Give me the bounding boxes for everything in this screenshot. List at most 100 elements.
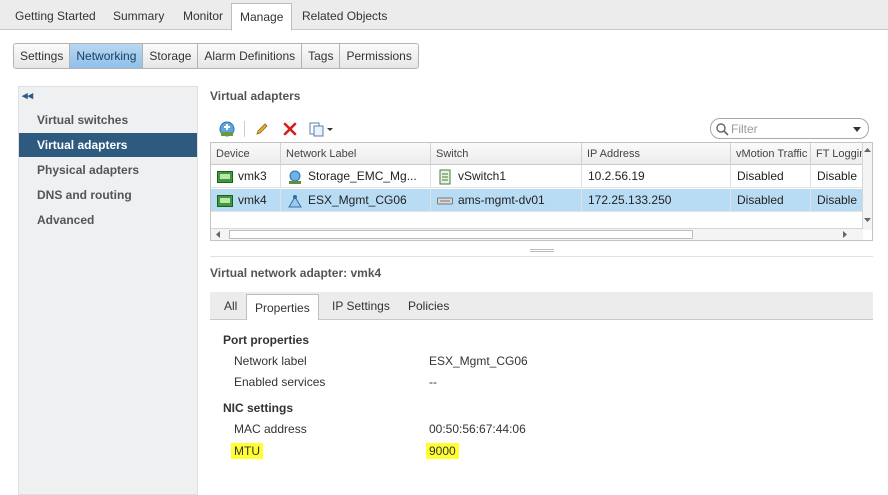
ft-text: Disable bbox=[817, 193, 858, 207]
cell-network-label: Storage_EMC_Mg... bbox=[281, 165, 431, 188]
ip-text: 172.25.133.250 bbox=[588, 193, 672, 207]
network-label-value: ESX_Mgmt_CG06 bbox=[429, 354, 528, 368]
cell-vmotion: Disabled bbox=[731, 165, 811, 188]
nic-settings-heading: NIC settings bbox=[223, 401, 294, 415]
subtab-storage[interactable]: Storage bbox=[143, 44, 199, 68]
mac-address-value: 00:50:56:67:44:06 bbox=[429, 422, 526, 436]
detail-tab-properties[interactable]: Properties bbox=[246, 294, 319, 321]
section-title: Virtual adapters bbox=[210, 89, 301, 103]
tab-getting-started[interactable]: Getting Started bbox=[7, 0, 104, 30]
add-adapter-button[interactable] bbox=[216, 118, 238, 140]
vmotion-text: Disabled bbox=[737, 169, 784, 183]
network-label-key: Network label bbox=[234, 354, 307, 368]
tab-manage[interactable]: Manage bbox=[231, 3, 293, 31]
tab-summary[interactable]: Summary bbox=[105, 0, 172, 30]
mac-address-key: MAC address bbox=[234, 422, 307, 436]
collapse-icon[interactable]: ◂◂ bbox=[22, 89, 33, 102]
enabled-services-value: -- bbox=[429, 375, 437, 389]
cell-device: vmk3 bbox=[211, 165, 281, 188]
cell-ip: 172.25.133.250 bbox=[582, 189, 731, 212]
scroll-thumb[interactable] bbox=[229, 230, 693, 239]
switch-name: ams-mgmt-dv01 bbox=[458, 193, 545, 207]
pencil-icon bbox=[256, 123, 268, 135]
detail-tab-all[interactable]: All bbox=[216, 292, 245, 320]
left-nav: ◂◂ Virtual switches Virtual adapters Phy… bbox=[18, 86, 198, 495]
detail-tab-policies[interactable]: Policies bbox=[400, 292, 457, 320]
filter-box bbox=[710, 118, 869, 139]
properties-panel: Port properties Network label ESX_Mgmt_C… bbox=[210, 320, 873, 495]
table-horizontal-scrollbar[interactable] bbox=[211, 228, 863, 240]
subtab-permissions[interactable]: Permissions bbox=[340, 44, 417, 68]
mtu-value: 9000 bbox=[426, 443, 459, 459]
cell-ft: Disable bbox=[811, 165, 863, 188]
delete-x-icon bbox=[283, 122, 297, 136]
adapter-toolbar bbox=[216, 118, 343, 140]
distributed-port-group-icon bbox=[288, 194, 302, 207]
switch-name: vSwitch1 bbox=[458, 169, 507, 183]
mtu-key: MTU bbox=[231, 443, 263, 459]
toolbar-separator bbox=[244, 121, 245, 137]
table-row-selected[interactable]: vmk4 ESX_Mgmt_CG06 ams-mgmt-dv01 172.25.… bbox=[211, 189, 863, 212]
col-vmotion-traffic[interactable]: vMotion Traffic bbox=[731, 143, 811, 165]
ip-text: 10.2.56.19 bbox=[588, 169, 645, 183]
distributed-switch-icon bbox=[437, 197, 453, 204]
nav-item-virtual-adapters[interactable]: Virtual adapters bbox=[19, 133, 197, 157]
tab-monitor[interactable]: Monitor bbox=[175, 0, 231, 30]
cell-device: vmk4 bbox=[211, 189, 281, 212]
nav-item-dns-routing[interactable]: DNS and routing bbox=[19, 183, 197, 207]
subtab-alarm-definitions[interactable]: Alarm Definitions bbox=[198, 44, 303, 68]
sub-tab-bar: Settings Networking Storage Alarm Defini… bbox=[13, 43, 419, 69]
chevron-down-icon[interactable] bbox=[852, 126, 862, 134]
subtab-networking[interactable]: Networking bbox=[70, 44, 144, 68]
pane-splitter[interactable] bbox=[210, 248, 873, 254]
subtab-settings[interactable]: Settings bbox=[14, 44, 71, 68]
nic-icon bbox=[217, 194, 233, 207]
adapters-table: Device Network Label Switch IP Address v… bbox=[210, 142, 873, 241]
filter-input[interactable] bbox=[729, 120, 849, 137]
remove-button[interactable] bbox=[279, 118, 301, 140]
scroll-right-icon[interactable] bbox=[841, 230, 849, 239]
cell-ft: Disable bbox=[811, 189, 863, 212]
ft-text: Disable bbox=[817, 169, 858, 183]
search-icon bbox=[716, 122, 729, 136]
network-label-text: ESX_Mgmt_CG06 bbox=[308, 193, 407, 207]
cell-switch: vSwitch1 bbox=[431, 165, 582, 188]
col-ip-address[interactable]: IP Address bbox=[582, 143, 731, 165]
cell-switch: ams-mgmt-dv01 bbox=[431, 189, 582, 212]
scroll-up-icon[interactable] bbox=[863, 146, 872, 154]
nav-item-virtual-switches[interactable]: Virtual switches bbox=[19, 108, 197, 132]
cell-ip: 10.2.56.19 bbox=[582, 165, 731, 188]
detail-tab-ip-settings[interactable]: IP Settings bbox=[324, 292, 398, 320]
scroll-down-icon[interactable] bbox=[863, 216, 872, 224]
enabled-services-key: Enabled services bbox=[234, 375, 326, 389]
detail-tab-bar: All Properties IP Settings Policies bbox=[210, 292, 873, 321]
port-group-icon bbox=[289, 170, 301, 184]
subtab-tags[interactable]: Tags bbox=[302, 44, 341, 68]
top-tab-bar: Getting Started Summary Monitor Manage R… bbox=[0, 0, 888, 31]
col-ft-logging[interactable]: FT Logging bbox=[811, 143, 863, 165]
scroll-left-icon[interactable] bbox=[214, 230, 222, 239]
table-row[interactable]: vmk3 Storage_EMC_Mg... vSwitch1 10.2.56.… bbox=[211, 165, 863, 188]
nic-icon bbox=[217, 170, 233, 183]
col-network-label[interactable]: Network Label bbox=[281, 143, 431, 165]
tab-related-objects[interactable]: Related Objects bbox=[294, 0, 395, 30]
device-name: vmk3 bbox=[238, 169, 267, 183]
nav-item-physical-adapters[interactable]: Physical adapters bbox=[19, 158, 197, 182]
cell-network-label: ESX_Mgmt_CG06 bbox=[281, 189, 431, 212]
vswitch-icon bbox=[439, 169, 451, 184]
col-device[interactable]: Device bbox=[211, 143, 281, 165]
divider bbox=[210, 256, 873, 257]
edit-button[interactable] bbox=[251, 118, 273, 140]
network-label-text: Storage_EMC_Mg... bbox=[308, 169, 417, 183]
table-row-empty bbox=[211, 213, 863, 229]
table-header: Device Network Label Switch IP Address v… bbox=[211, 143, 863, 165]
actions-menu-button[interactable] bbox=[307, 118, 337, 140]
copy-dropdown-icon bbox=[309, 122, 333, 137]
port-properties-heading: Port properties bbox=[223, 333, 310, 347]
nav-item-advanced[interactable]: Advanced bbox=[19, 208, 197, 232]
device-name: vmk4 bbox=[238, 193, 267, 207]
add-network-icon bbox=[219, 121, 235, 137]
col-switch[interactable]: Switch bbox=[431, 143, 582, 165]
table-vertical-scrollbar[interactable] bbox=[862, 143, 872, 230]
cell-vmotion: Disabled bbox=[731, 189, 811, 212]
